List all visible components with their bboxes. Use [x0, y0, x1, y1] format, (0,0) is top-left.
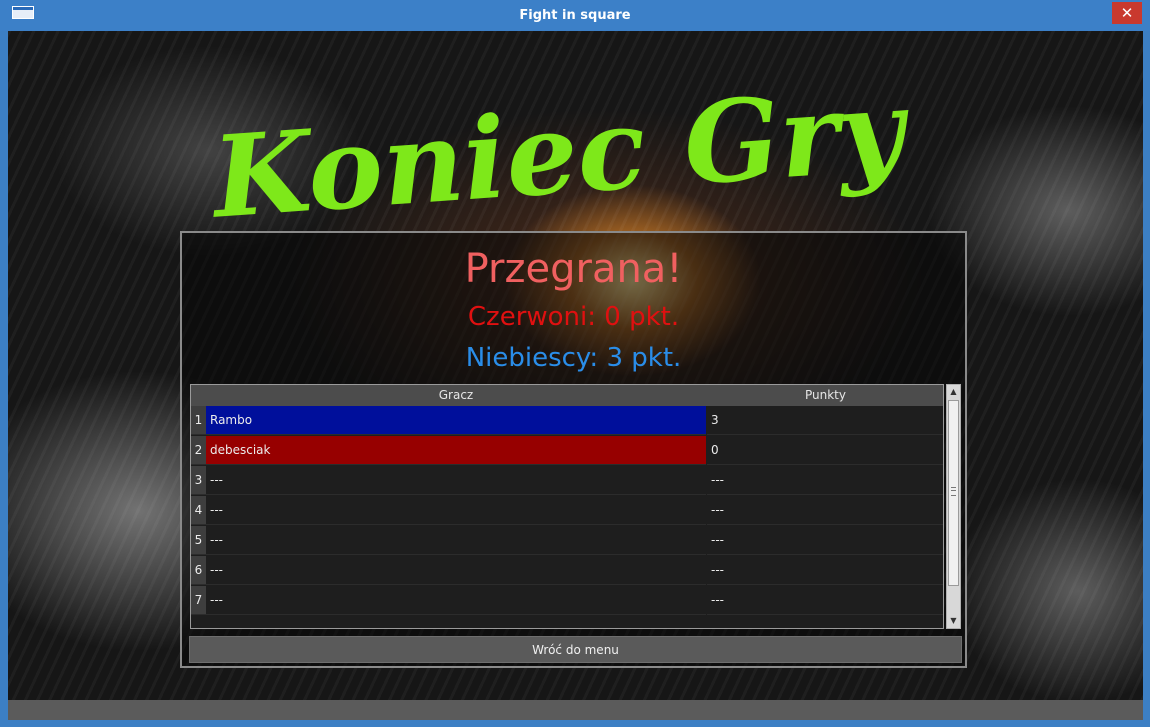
row-number[interactable]: 7: [191, 586, 206, 615]
header-corner[interactable]: [191, 385, 206, 406]
player-name-cell[interactable]: ---: [206, 496, 706, 525]
player-points-cell[interactable]: ---: [707, 586, 943, 615]
blue-team-score: Niebiescy: 3 pkt.: [465, 343, 682, 373]
player-name-cell[interactable]: ---: [206, 526, 706, 555]
row-number[interactable]: 1: [191, 406, 206, 435]
table-row[interactable]: 4 --- ---: [191, 496, 943, 526]
table-row[interactable]: 3 --- ---: [191, 466, 943, 496]
scroll-down-arrow-icon[interactable]: ▼: [947, 614, 960, 628]
game-over-logo: Koniec Gry: [206, 64, 915, 244]
table-row[interactable]: 1 Rambo 3: [191, 406, 943, 436]
row-number[interactable]: 2: [191, 436, 206, 465]
column-header-player[interactable]: Gracz: [206, 385, 706, 406]
player-points-cell[interactable]: ---: [707, 466, 943, 495]
game-over-logo-text: Koniec Gry: [206, 64, 915, 244]
red-team-score: Czerwoni: 0 pkt.: [467, 302, 680, 332]
player-name-cell[interactable]: ---: [206, 556, 706, 585]
player-name-cell[interactable]: Rambo: [206, 406, 706, 435]
player-points-cell[interactable]: ---: [707, 526, 943, 555]
row-number[interactable]: 5: [191, 526, 206, 555]
table-row[interactable]: 2 debesciak 0: [191, 436, 943, 466]
status-bar: [8, 700, 1143, 720]
back-to-menu-button[interactable]: Wróć do menu: [189, 636, 962, 663]
player-points-cell[interactable]: ---: [707, 556, 943, 585]
player-name-cell[interactable]: debesciak: [206, 436, 706, 465]
result-headline: Przegrana!: [464, 246, 683, 292]
table-row[interactable]: 6 --- ---: [191, 556, 943, 586]
results-panel: Przegrana! Czerwoni: 0 pkt. Niebiescy: 3…: [180, 231, 967, 668]
player-points-cell[interactable]: 0: [707, 436, 943, 465]
scroll-grip-icon: [951, 487, 956, 496]
row-number[interactable]: 4: [191, 496, 206, 525]
table-scrollbar[interactable]: ▲ ▼: [946, 384, 961, 629]
title-bar: Fight in square ✕: [0, 0, 1150, 31]
column-header-points[interactable]: Punkty: [707, 385, 943, 406]
player-name-cell[interactable]: ---: [206, 466, 706, 495]
close-button[interactable]: ✕: [1112, 2, 1142, 24]
table-row[interactable]: 7 --- ---: [191, 586, 943, 616]
window-title: Fight in square: [519, 8, 631, 23]
player-points-cell[interactable]: 3: [707, 406, 943, 435]
table-row[interactable]: 5 --- ---: [191, 526, 943, 556]
scroll-thumb[interactable]: [948, 400, 959, 586]
player-points-cell[interactable]: ---: [707, 496, 943, 525]
scroll-up-arrow-icon[interactable]: ▲: [947, 385, 960, 399]
table-header: Gracz Punkty: [191, 385, 943, 406]
game-over-screen: Koniec Gry Przegrana! Czerwoni: 0 pkt. N…: [8, 31, 1143, 720]
players-table[interactable]: Gracz Punkty 1 Rambo 3 2 debesciak 0 3 --- --- 4-…: [190, 384, 944, 629]
row-number[interactable]: 6: [191, 556, 206, 585]
row-number[interactable]: 3: [191, 466, 206, 495]
player-name-cell[interactable]: ---: [206, 586, 706, 615]
